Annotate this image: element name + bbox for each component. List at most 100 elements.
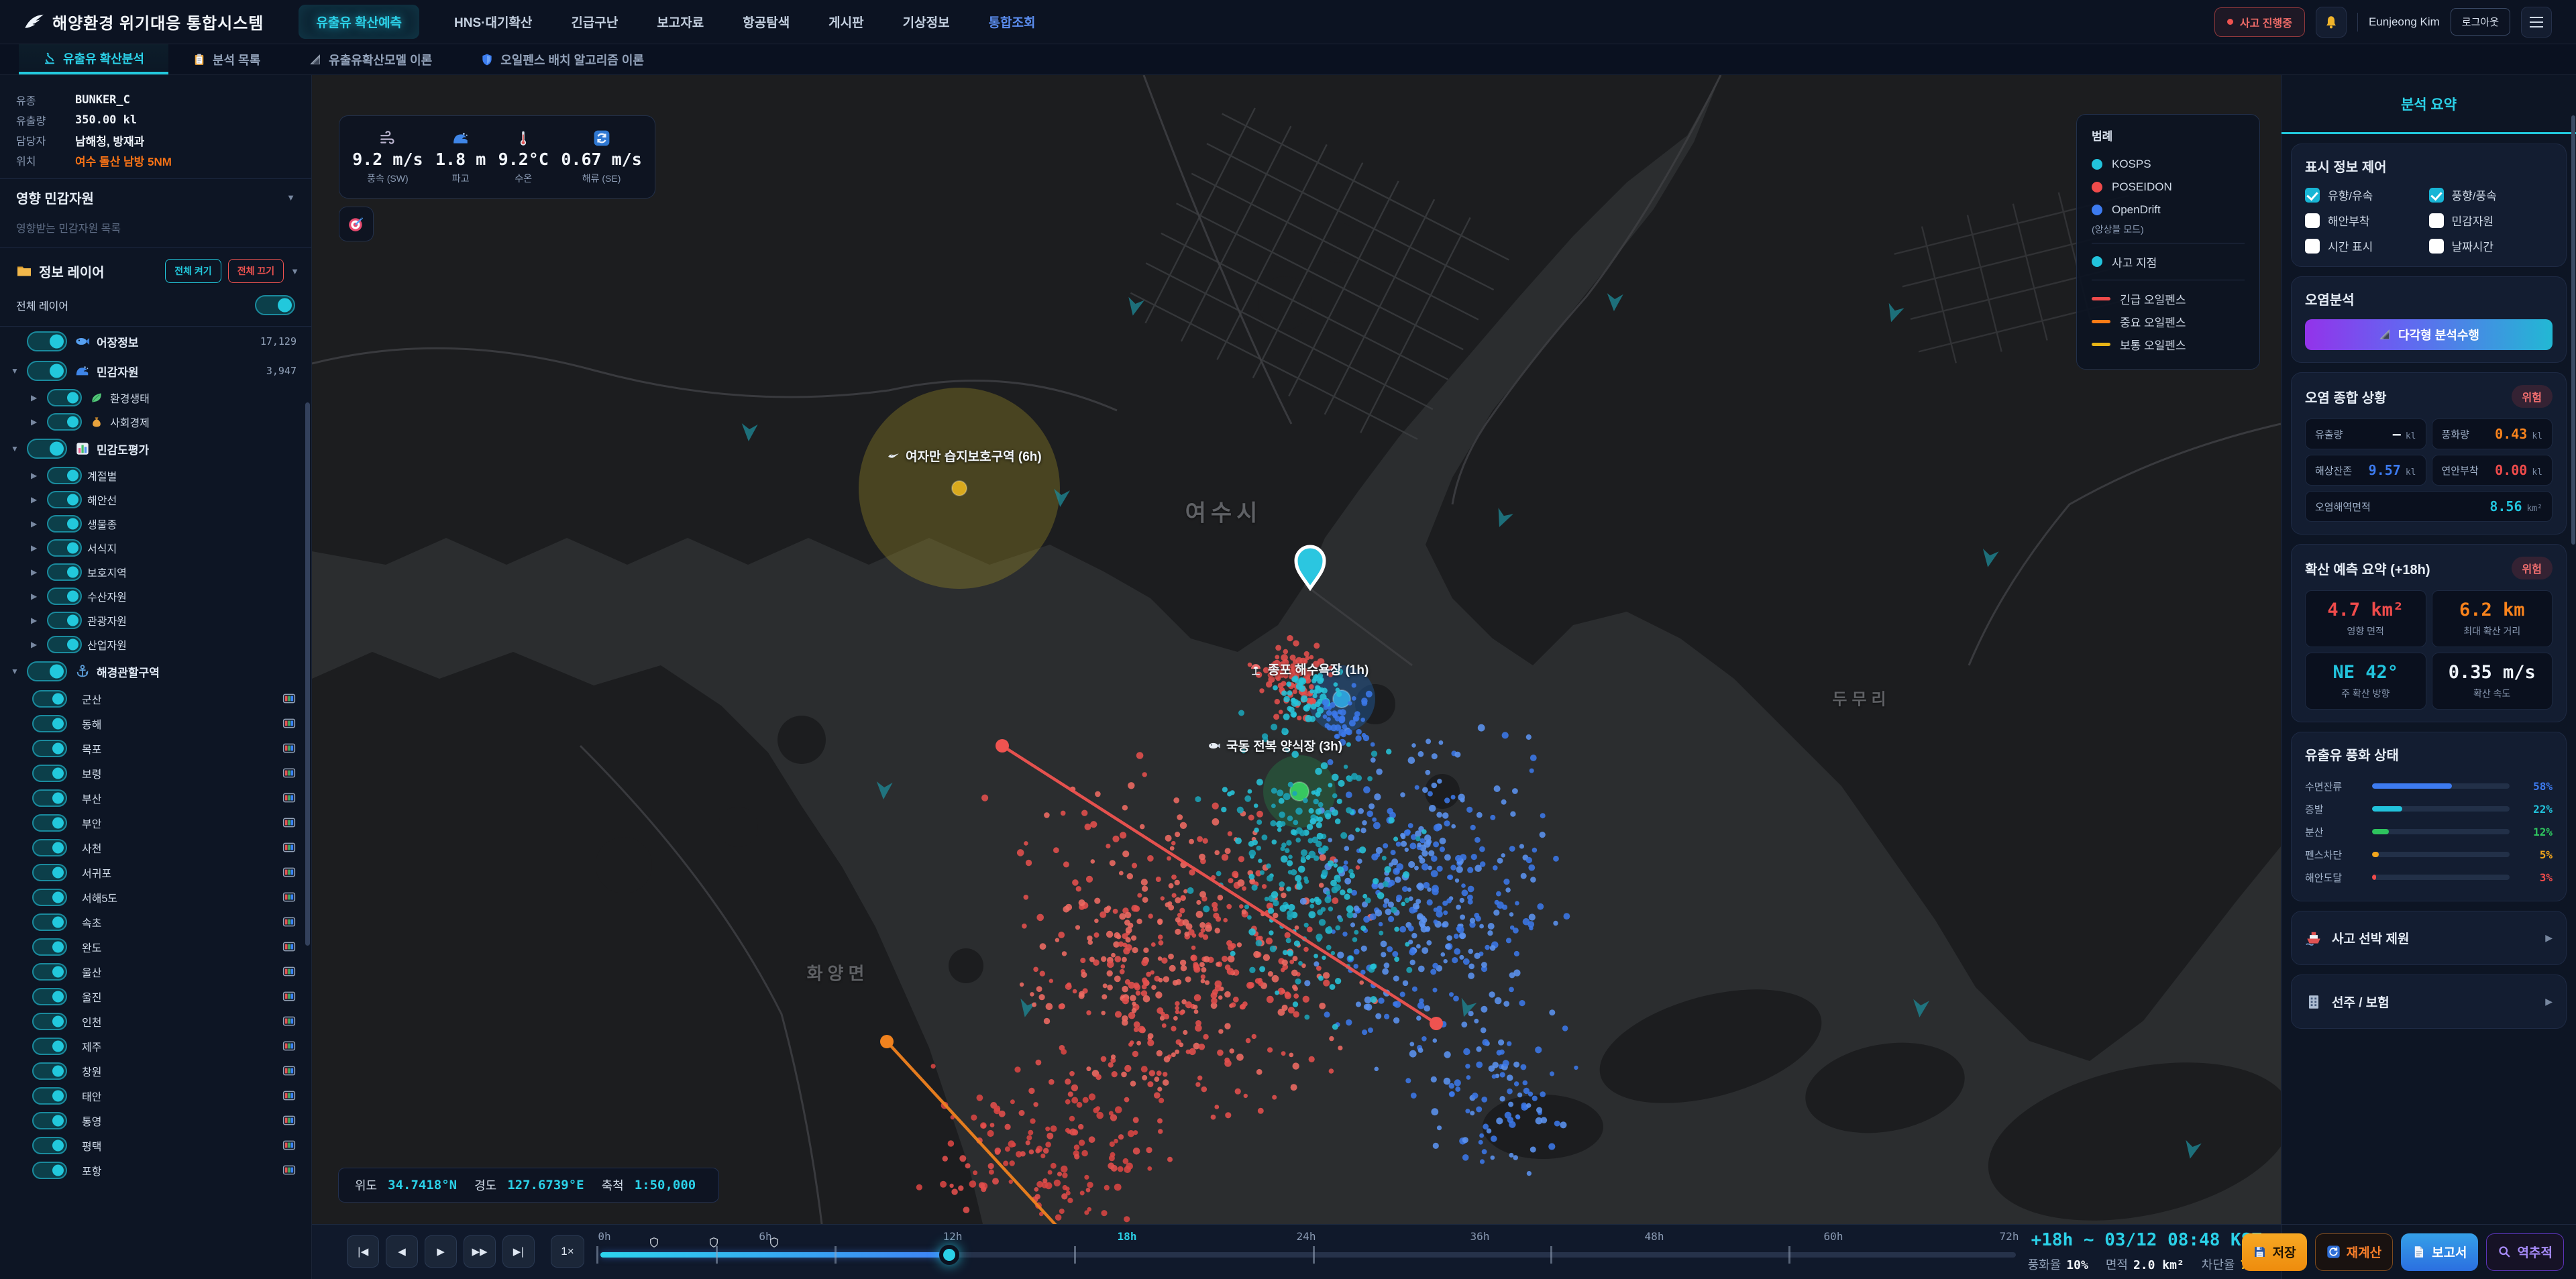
skip-start-button[interactable]: |◀ [347, 1235, 379, 1268]
checkbox-checked[interactable] [2429, 188, 2444, 203]
display-option-유향/유속[interactable]: 유향/유속 [2305, 186, 2429, 203]
menu-button[interactable] [2521, 7, 2552, 38]
nav-item-게시판[interactable]: 게시판 [824, 5, 867, 39]
layer-toggle-산업자원[interactable] [47, 636, 82, 653]
expander-icon[interactable]: ▶ [31, 640, 47, 649]
nav-item-통합조회[interactable]: 통합조회 [985, 5, 1040, 39]
tab-유출유 확산분석[interactable]: 유출유 확산분석 [19, 44, 168, 74]
action-button-보고서[interactable]: 보고서 [2401, 1233, 2477, 1271]
expander-icon[interactable]: ▶ [31, 495, 47, 504]
layer-toggle-수산자원[interactable] [47, 588, 82, 605]
tab-유출유확산모델 이론[interactable]: 유출유확산모델 이론 [284, 44, 456, 74]
polygon-analysis-button[interactable]: 다각형 분석수행 [2305, 319, 2553, 350]
palette-icon[interactable] [280, 989, 298, 1003]
nav-item-기상정보[interactable]: 기상정보 [899, 5, 954, 39]
impact-section-header[interactable]: 영향 민감자원 ▼ [0, 179, 311, 215]
layer-toggle-민감도평가[interactable] [27, 439, 67, 459]
region-toggle-서해5도[interactable] [32, 889, 67, 906]
owner-insurance-card[interactable]: 선주 / 보험 ▶ [2291, 975, 2567, 1029]
layer-toggle-어장정보[interactable] [27, 331, 67, 351]
sidebar-scrollbar[interactable] [305, 402, 310, 946]
region-toggle-평택[interactable] [32, 1137, 67, 1154]
region-toggle-제주[interactable] [32, 1038, 67, 1055]
nav-item-보고자료[interactable]: 보고자료 [653, 5, 708, 39]
display-option-해안부착[interactable]: 해안부착 [2305, 212, 2429, 229]
checkbox-unchecked[interactable] [2305, 239, 2320, 254]
expander-icon[interactable]: ▶ [31, 471, 47, 480]
layer-toggle-해경관할구역[interactable] [27, 661, 67, 681]
logout-button[interactable]: 로그아웃 [2451, 8, 2510, 36]
palette-icon[interactable] [280, 1089, 298, 1103]
palette-icon[interactable] [280, 940, 298, 954]
region-toggle-포항[interactable] [32, 1162, 67, 1179]
action-button-재계산[interactable]: 재계산 [2315, 1233, 2393, 1271]
palette-icon[interactable] [280, 1163, 298, 1177]
layer-toggle-민감자원[interactable] [27, 361, 67, 381]
region-toggle-서귀포[interactable] [32, 864, 67, 881]
skip-end-button[interactable]: ▶| [502, 1235, 535, 1268]
expander-icon[interactable]: ▼ [11, 444, 27, 453]
tab-분석 목록[interactable]: 분석 목록 [168, 44, 284, 74]
region-toggle-부산[interactable] [32, 789, 67, 807]
checkbox-unchecked[interactable] [2305, 213, 2320, 228]
palette-icon[interactable] [280, 816, 298, 830]
layer-toggle-해안선[interactable] [47, 491, 82, 508]
layer-toggle-사회경제[interactable] [47, 413, 82, 431]
palette-icon[interactable] [280, 1039, 298, 1053]
palette-icon[interactable] [280, 716, 298, 730]
palette-icon[interactable] [280, 691, 298, 706]
expander-icon[interactable]: ▶ [31, 567, 47, 577]
palette-icon[interactable] [280, 1138, 298, 1152]
palette-icon[interactable] [280, 890, 298, 904]
speed-button[interactable]: 1× [551, 1235, 584, 1268]
region-toggle-목포[interactable] [32, 740, 67, 757]
expander-icon[interactable]: ▶ [31, 417, 47, 427]
palette-icon[interactable] [280, 865, 298, 879]
region-toggle-부안[interactable] [32, 814, 67, 832]
step-back-button[interactable]: ◀ [386, 1235, 418, 1268]
region-toggle-울산[interactable] [32, 963, 67, 981]
master-layer-toggle[interactable] [255, 295, 295, 315]
expander-icon[interactable]: ▼ [11, 366, 27, 376]
fast-forward-button[interactable]: ▶▶ [464, 1235, 496, 1268]
map-canvas[interactable]: 9.2 m/s풍속 (SW)1.8 m파고9.2°C수온0.67 m/s해류 (… [312, 75, 2281, 1224]
tab-오일펜스 배치 알고리즘 이론[interactable]: 오일펜스 배치 알고리즘 이론 [456, 44, 668, 74]
expander-icon[interactable]: ▶ [31, 616, 47, 625]
palette-icon[interactable] [280, 840, 298, 854]
expander-icon[interactable]: ▼ [11, 667, 27, 676]
region-toggle-울진[interactable] [32, 988, 67, 1005]
region-toggle-보령[interactable] [32, 765, 67, 782]
palette-icon[interactable] [280, 741, 298, 755]
layers-all-on-button[interactable]: 전체 켜기 [165, 259, 221, 283]
layer-toggle-생물종[interactable] [47, 515, 82, 533]
region-toggle-군산[interactable] [32, 690, 67, 708]
layer-toggle-관광자원[interactable] [47, 612, 82, 629]
nav-item-유출유 확산예측[interactable]: 유출유 확산예측 [299, 5, 419, 39]
region-toggle-인천[interactable] [32, 1013, 67, 1030]
expander-icon[interactable]: ▶ [31, 519, 47, 529]
notifications-button[interactable] [2316, 7, 2347, 38]
palette-icon[interactable] [280, 915, 298, 929]
display-option-시간 표시[interactable]: 시간 표시 [2305, 237, 2429, 254]
palette-icon[interactable] [280, 1113, 298, 1127]
checkbox-unchecked[interactable] [2429, 239, 2444, 254]
region-toggle-통영[interactable] [32, 1112, 67, 1129]
action-button-저장[interactable]: 저장 [2242, 1233, 2307, 1271]
checkbox-unchecked[interactable] [2429, 213, 2444, 228]
palette-icon[interactable] [280, 766, 298, 780]
palette-icon[interactable] [280, 1064, 298, 1078]
region-toggle-동해[interactable] [32, 715, 67, 732]
panel-scrollbar[interactable] [2571, 115, 2575, 545]
target-tool-button[interactable] [339, 207, 374, 241]
region-toggle-속초[interactable] [32, 913, 67, 931]
layer-toggle-서식지[interactable] [47, 539, 82, 557]
region-toggle-태안[interactable] [32, 1087, 67, 1105]
action-button-역추적[interactable]: 역추적 [2486, 1233, 2564, 1271]
layer-toggle-환경생태[interactable] [47, 389, 82, 406]
nav-item-항공탐색[interactable]: 항공탐색 [739, 5, 794, 39]
region-toggle-창원[interactable] [32, 1062, 67, 1080]
timeline-slider[interactable]: 0h6h12h18h24h36h48h60h72h [312, 1225, 2281, 1279]
palette-icon[interactable] [280, 1014, 298, 1028]
display-option-풍향/풍속[interactable]: 풍향/풍속 [2429, 186, 2553, 203]
palette-icon[interactable] [280, 791, 298, 805]
